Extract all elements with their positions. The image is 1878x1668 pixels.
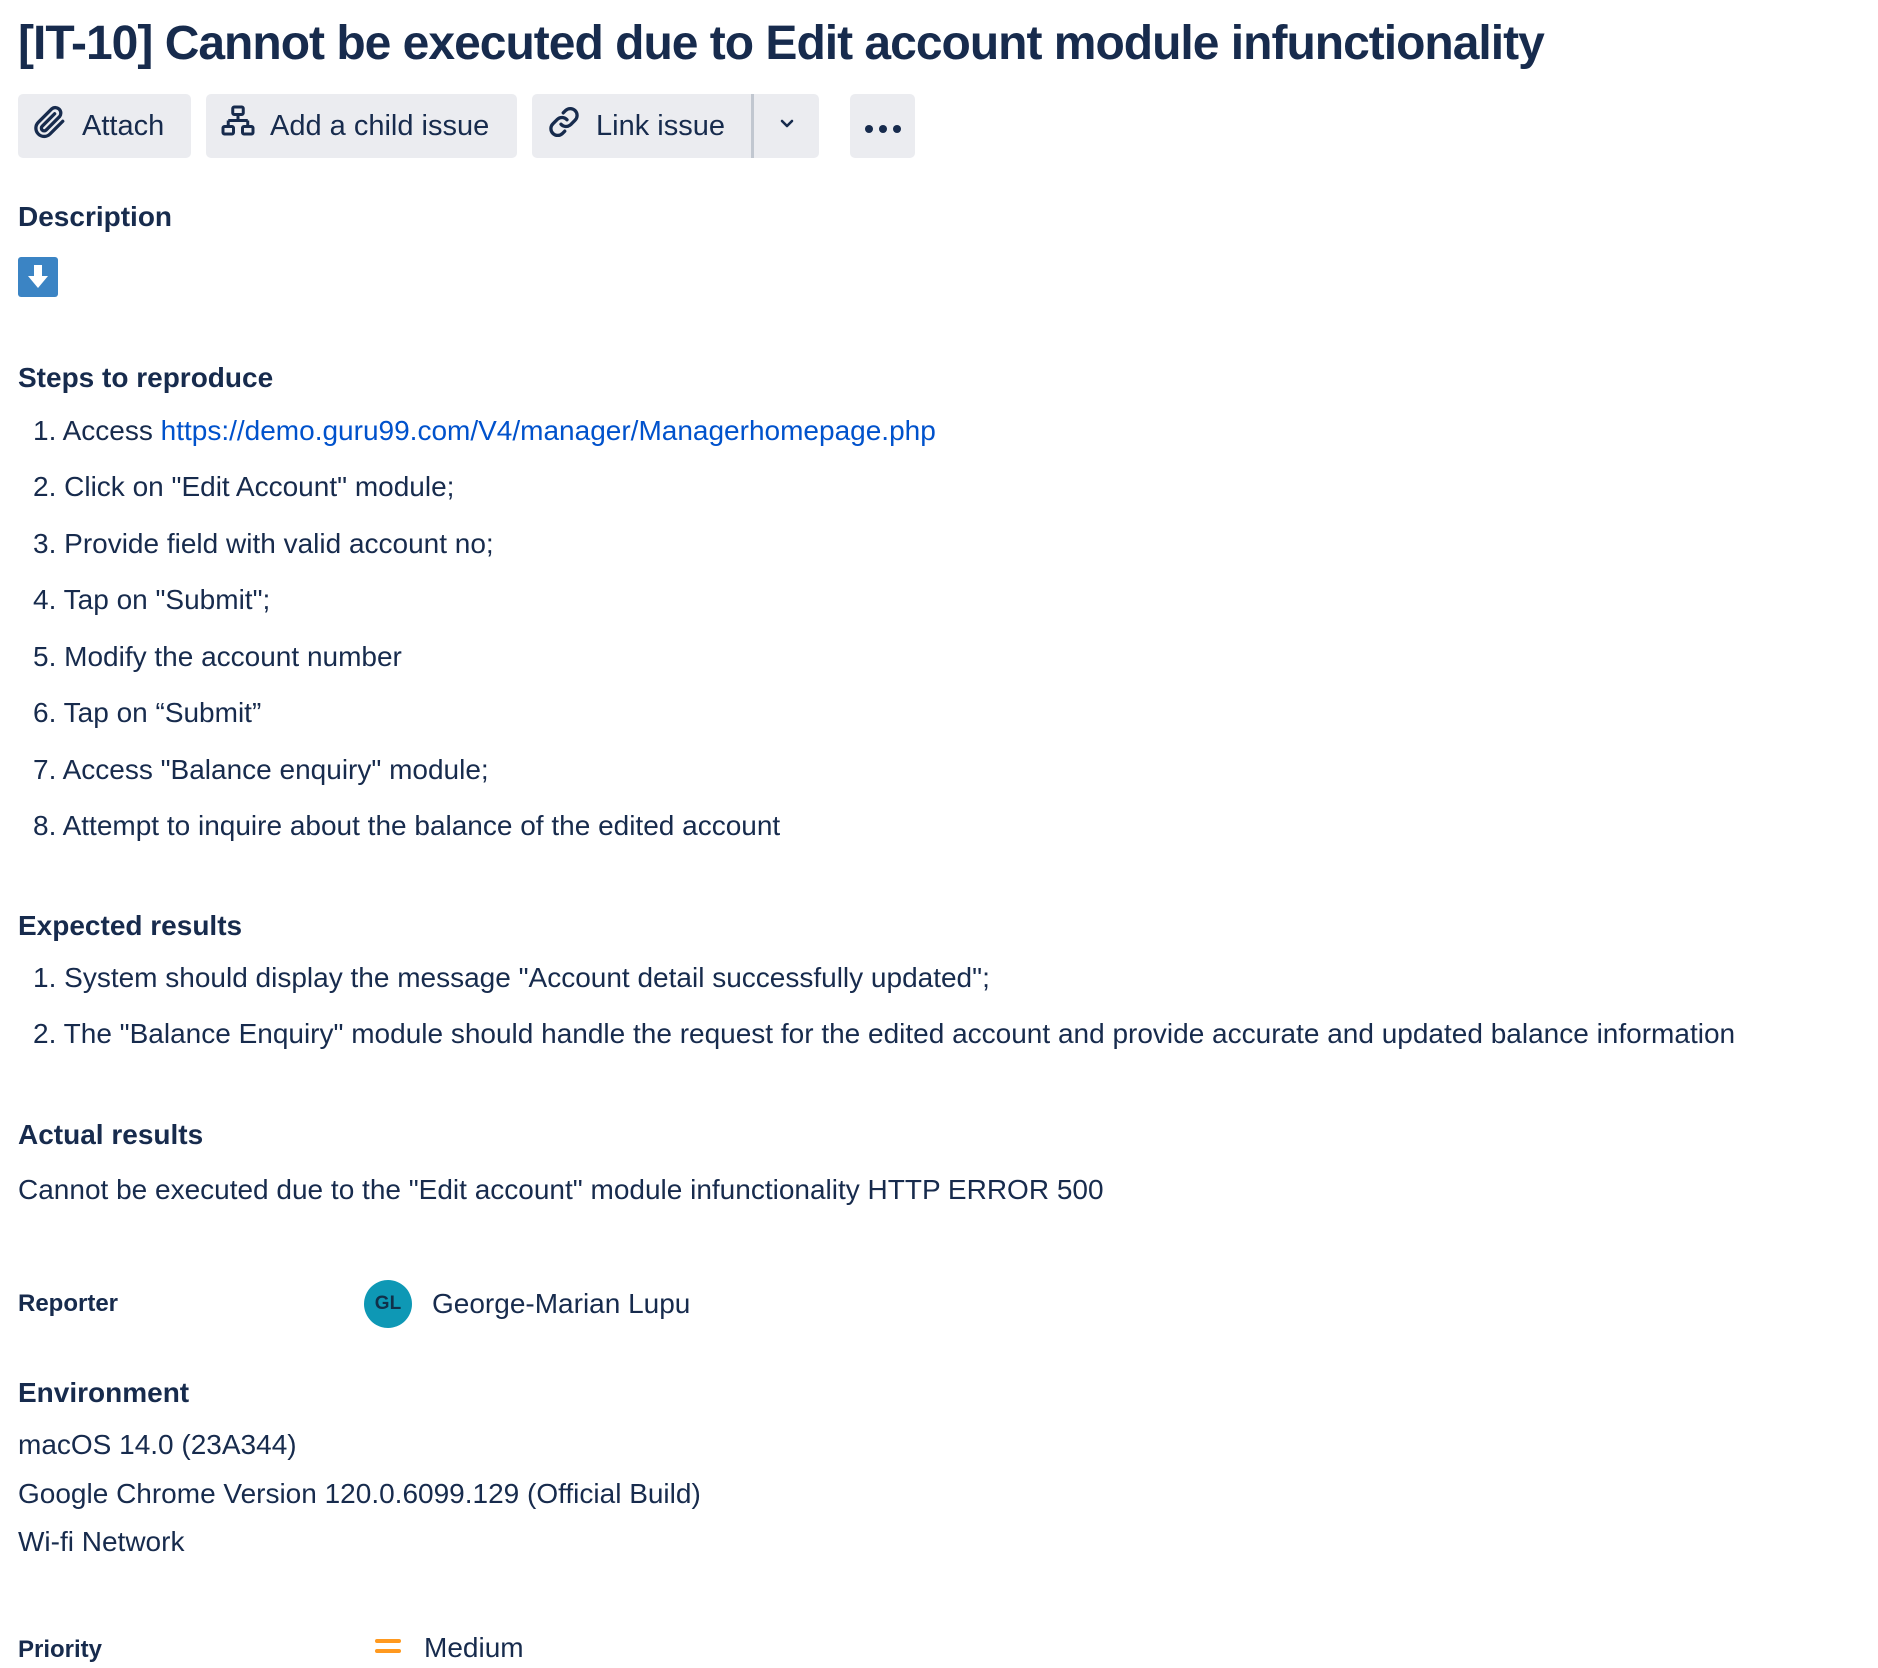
- reporter-name: George-Marian Lupu: [432, 1288, 691, 1319]
- list-item: 7. Access "Balance enquiry" module;: [33, 754, 489, 785]
- environment-line: Google Chrome Version 120.0.6099.129 (Of…: [18, 1478, 701, 1509]
- priority-label: Priority: [18, 1636, 103, 1663]
- list-item: 1. System should display the message "Ac…: [33, 962, 990, 993]
- attach-button[interactable]: Attach: [18, 94, 191, 158]
- reporter-label: Reporter: [18, 1290, 119, 1317]
- link-issue-dropdown-button[interactable]: [754, 94, 819, 158]
- environment-line: macOS 14.0 (23A344): [18, 1429, 297, 1460]
- paperclip-icon: [32, 104, 68, 148]
- list-item: 6. Tap on “Submit”: [33, 697, 262, 728]
- description-heading: Description: [18, 201, 173, 232]
- priority-name: Medium: [424, 1632, 524, 1663]
- environment-heading: Environment: [18, 1377, 190, 1408]
- reporter-value[interactable]: GL George-Marian Lupu: [364, 1280, 690, 1328]
- list-item: 5. Modify the account number: [33, 641, 402, 672]
- more-actions-button[interactable]: [850, 94, 915, 158]
- more-icon: [863, 110, 903, 143]
- steps-heading: Steps to reproduce: [18, 362, 274, 393]
- link-issue-label: Link issue: [596, 109, 725, 142]
- chevron-down-icon: [775, 110, 799, 143]
- avatar: GL: [364, 1280, 412, 1328]
- add-child-issue-label: Add a child issue: [270, 109, 490, 142]
- attach-label: Attach: [82, 109, 165, 142]
- issue-title[interactable]: [IT-10] Cannot be executed due to Edit a…: [18, 10, 1858, 78]
- link-issue-button[interactable]: Link issue: [532, 94, 752, 158]
- priority-value[interactable]: Medium: [374, 1628, 524, 1668]
- down-arrow-icon: [18, 257, 58, 297]
- list-item: 2. Click on "Edit Account" module;: [33, 471, 455, 502]
- list-item: 8. Attempt to inquire about the balance …: [33, 810, 781, 841]
- add-child-issue-button[interactable]: Add a child issue: [206, 94, 517, 158]
- list-item: 2. The "Balance Enquiry" module should h…: [33, 1018, 1736, 1049]
- list-item: 1. Access https://demo.guru99.com/V4/man…: [33, 415, 936, 446]
- actual-results-text: Cannot be executed due to the "Edit acco…: [18, 1174, 1104, 1205]
- environment-line: Wi-fi Network: [18, 1526, 185, 1557]
- list-item: 4. Tap on "Submit";: [33, 584, 271, 615]
- link-icon: [546, 104, 582, 148]
- manager-homepage-link[interactable]: https://demo.guru99.com/V4/manager/Manag…: [161, 415, 936, 446]
- actual-results-heading: Actual results: [18, 1119, 204, 1150]
- priority-medium-icon: [374, 1634, 402, 1663]
- child-issue-icon: [220, 104, 256, 148]
- issue-view: [IT-10] Cannot be executed due to Edit a…: [0, 0, 1878, 1664]
- list-item: 3. Provide field with valid account no;: [33, 528, 494, 559]
- expected-results-heading: Expected results: [18, 910, 243, 941]
